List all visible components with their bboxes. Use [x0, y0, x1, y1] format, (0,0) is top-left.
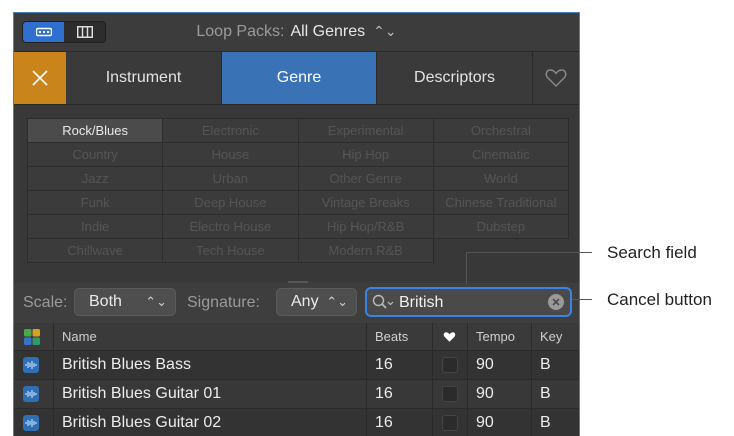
reset-button[interactable] — [14, 52, 66, 104]
keyword-button[interactable]: Other Genre — [298, 167, 434, 191]
keyword-button[interactable]: Cinematic — [433, 143, 569, 167]
row-key: B — [540, 414, 551, 431]
keyword-empty-cell — [434, 239, 569, 263]
results-header: Name Beats Tempo Key — [14, 323, 579, 351]
keyword-button[interactable]: Orchestral — [433, 119, 569, 143]
scale-value: Both — [89, 293, 122, 310]
row-name: British Blues Bass — [54, 351, 367, 379]
table-row[interactable]: British Blues Bass 16 90 B — [14, 351, 579, 380]
table-row[interactable]: British Blues Guitar 02 16 90 B — [14, 409, 579, 436]
heart-icon — [443, 331, 456, 342]
loop-type-icon — [24, 328, 40, 345]
row-key: B — [540, 385, 551, 402]
favorite-checkbox[interactable] — [442, 386, 458, 402]
favorite-checkbox[interactable] — [442, 415, 458, 431]
cancel-button[interactable] — [548, 294, 564, 310]
keyword-button[interactable]: Tech House — [163, 239, 299, 263]
scale-label: Scale: — [23, 294, 68, 311]
callout-search-field: Search field — [607, 243, 697, 262]
row-type-cell — [14, 409, 54, 436]
filter-bar: Scale: Both ⌃⌄ Signature: Any ⌃⌄ British — [14, 283, 579, 323]
scale-popup[interactable]: Both ⌃⌄ — [74, 288, 176, 316]
callout-cancel-button: Cancel button — [607, 290, 712, 309]
row-beats: 16 — [367, 351, 433, 379]
row-type-cell — [14, 351, 54, 379]
keyword-button[interactable]: Hip Hop/R&B — [298, 215, 434, 239]
close-icon — [552, 298, 560, 306]
tab-genre[interactable]: Genre — [222, 52, 377, 104]
tab-instrument[interactable]: Instrument — [66, 52, 222, 104]
keyword-button[interactable]: Chinese Traditional — [433, 191, 569, 215]
keyword-button[interactable]: Electronic — [163, 119, 299, 143]
loop-packs-selector[interactable]: Loop Packs: All Genres ⌃⌄ — [14, 23, 579, 41]
row-tempo: 90 — [468, 409, 532, 436]
column-header-favorite[interactable] — [433, 323, 468, 350]
chevron-updown-icon: ⌃⌄ — [373, 23, 397, 39]
close-icon — [32, 70, 48, 86]
keyword-button[interactable]: World — [433, 167, 569, 191]
row-beats: 16 — [367, 380, 433, 408]
loop-browser-panel: Loop Packs: All Genres ⌃⌄ Instrument Genre… — [13, 12, 580, 436]
column-header-icon[interactable] — [14, 323, 54, 350]
keyword-button[interactable]: Modern R&B — [298, 239, 434, 263]
keyword-button[interactable]: House — [163, 143, 299, 167]
row-tempo: 90 — [468, 380, 532, 408]
keyword-button[interactable]: Deep House — [163, 191, 299, 215]
search-icon — [372, 294, 394, 309]
favorite-checkbox[interactable] — [442, 357, 458, 373]
column-header-beats[interactable]: Beats — [367, 323, 433, 350]
tab-descriptors[interactable]: Descriptors — [377, 52, 533, 104]
heart-icon — [545, 69, 567, 87]
keyword-grid: Rock/Blues Electronic Experimental Orche… — [27, 118, 569, 263]
keyword-button[interactable]: Electro House — [163, 215, 299, 239]
keyword-button[interactable]: Experimental — [298, 119, 434, 143]
column-header-tempo[interactable]: Tempo — [468, 323, 532, 350]
keyword-button[interactable]: Urban — [163, 167, 299, 191]
audio-loop-icon — [23, 415, 39, 431]
signature-value: Any — [291, 293, 319, 310]
callout-leader-line — [466, 252, 467, 284]
signature-popup[interactable]: Any ⌃⌄ — [276, 288, 357, 316]
search-input[interactable]: British — [399, 294, 443, 312]
chevron-updown-icon: ⌃⌄ — [145, 294, 167, 309]
category-tabs: Instrument Genre Descriptors — [14, 52, 579, 105]
callout-leader-line — [572, 299, 592, 300]
column-header-name[interactable]: Name — [54, 323, 367, 350]
column-header-key[interactable]: Key — [532, 323, 579, 350]
row-beats: 16 — [367, 409, 433, 436]
keyword-button[interactable]: Country — [28, 143, 164, 167]
keyword-button[interactable]: Dubstep — [433, 215, 569, 239]
callout-leader-line — [466, 252, 592, 253]
loop-packs-label: Loop Packs: — [196, 23, 285, 40]
row-favorite-cell — [433, 351, 468, 379]
row-name: British Blues Guitar 02 — [54, 409, 367, 436]
audio-loop-icon — [23, 357, 39, 373]
row-favorite-cell — [433, 380, 468, 408]
search-field[interactable]: British — [365, 287, 572, 317]
favorites-filter-button[interactable] — [533, 52, 579, 104]
row-name: British Blues Guitar 01 — [54, 380, 367, 408]
keyword-area: Rock/Blues Electronic Experimental Orche… — [14, 105, 579, 281]
table-row[interactable]: British Blues Guitar 01 16 90 B — [14, 380, 579, 409]
loop-browser-header: Loop Packs: All Genres ⌃⌄ — [14, 13, 579, 52]
keyword-button[interactable]: Rock/Blues — [28, 119, 164, 143]
keyword-button[interactable]: Vintage Breaks — [298, 191, 434, 215]
loop-packs-value: All Genres — [290, 23, 366, 40]
signature-label: Signature: — [187, 294, 260, 311]
row-tempo: 90 — [468, 351, 532, 379]
keyword-button[interactable]: Chillwave — [28, 239, 164, 263]
results-list: British Blues Bass 16 90 B British Blues… — [14, 351, 579, 436]
keyword-button[interactable]: Hip Hop — [298, 143, 434, 167]
row-favorite-cell — [433, 409, 468, 436]
row-type-cell — [14, 380, 54, 408]
chevron-updown-icon: ⌃⌄ — [326, 294, 348, 309]
keyword-button[interactable]: Jazz — [28, 167, 164, 191]
keyword-button[interactable]: Indie — [28, 215, 164, 239]
row-key: B — [540, 356, 551, 373]
audio-loop-icon — [23, 386, 39, 402]
keyword-button[interactable]: Funk — [28, 191, 164, 215]
